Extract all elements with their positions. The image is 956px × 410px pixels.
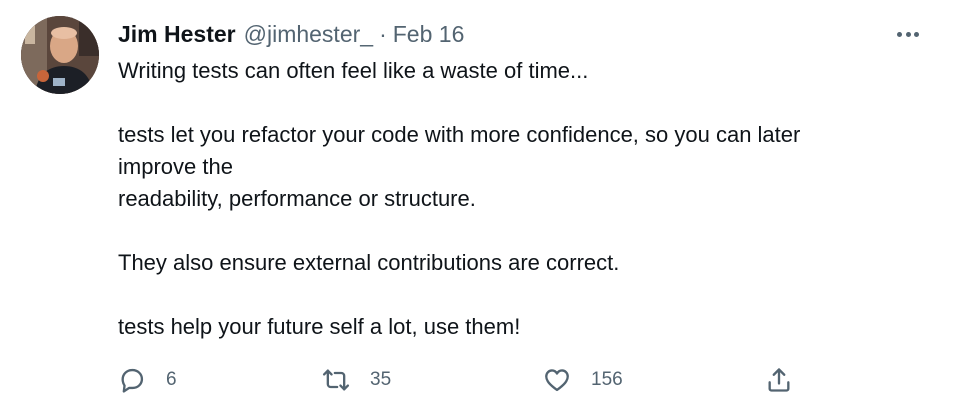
author-name[interactable]: Jim Hester — [118, 19, 236, 49]
tweet-header: Jim Hester @jimhester_ · Feb 16 — [118, 19, 464, 49]
tweet-actions: 6 35 156 — [118, 364, 818, 396]
more-dot — [897, 31, 902, 37]
like-button[interactable]: 156 — [543, 364, 623, 396]
tweet-line: readability, performance or structure. — [118, 186, 476, 211]
like-count: 156 — [591, 369, 623, 390]
tweet-line: Writing tests can often feel like a wast… — [118, 58, 589, 83]
share-button[interactable] — [765, 364, 793, 396]
more-dot — [905, 31, 911, 37]
tweet-date[interactable]: Feb 16 — [393, 19, 465, 49]
reply-count: 6 — [166, 369, 177, 390]
retweet-button[interactable]: 35 — [322, 364, 391, 396]
author-handle[interactable]: @jimhester_ — [244, 19, 373, 49]
tweet-line: tests let you refactor your code with mo… — [118, 122, 801, 147]
retweet-icon — [322, 369, 350, 391]
avatar[interactable] — [21, 16, 99, 94]
tweet[interactable]: Jim Hester @jimhester_ · Feb 16 Writing … — [0, 0, 956, 410]
header-separator: · — [379, 21, 387, 47]
retweet-count: 35 — [370, 369, 392, 390]
share-icon — [768, 368, 790, 392]
more-dot — [914, 31, 919, 37]
heart-icon — [545, 369, 569, 392]
reply-button[interactable]: 6 — [118, 364, 177, 396]
tweet-line: improve the — [118, 154, 233, 179]
tweet-text: Writing tests can often feel like a wast… — [118, 55, 938, 343]
reply-icon — [121, 368, 144, 393]
tweet-line: tests help your future self a lot, use t… — [118, 314, 521, 339]
more-options-icon[interactable] — [897, 24, 919, 44]
avatar-photo — [21, 16, 99, 94]
tweet-line: They also ensure external contributions … — [118, 250, 620, 275]
